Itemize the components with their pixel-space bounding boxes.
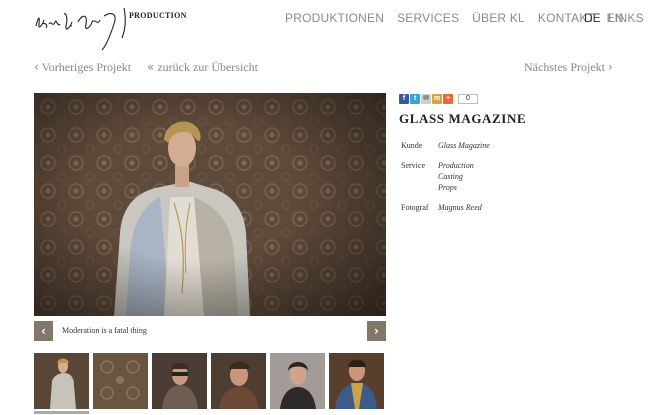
main-project-photo[interactable] bbox=[34, 93, 386, 316]
language-switcher: DE EN bbox=[584, 11, 623, 25]
thumbnail-5[interactable] bbox=[270, 353, 325, 409]
nav-item-services[interactable]: SERVICES bbox=[397, 11, 459, 25]
thumbnail-6[interactable] bbox=[329, 353, 384, 409]
facebook-icon[interactable]: f bbox=[399, 93, 409, 104]
nav-item-ueber-kl[interactable]: ÜBER KL bbox=[472, 11, 525, 25]
logo[interactable]: PRODUCTION bbox=[34, 4, 187, 52]
project-details: Kunde Glass Magazine Service Production … bbox=[401, 140, 490, 222]
language-de[interactable]: DE bbox=[584, 11, 601, 25]
chevron-right-icon: › bbox=[374, 324, 379, 338]
detail-label: Service bbox=[401, 161, 425, 170]
thumbnail-1[interactable] bbox=[34, 353, 89, 409]
plus-icon[interactable]: + bbox=[443, 93, 453, 104]
detail-value: Casting bbox=[438, 172, 463, 181]
myspace-icon[interactable]: m bbox=[432, 93, 442, 104]
thumbnail-strip bbox=[34, 353, 394, 415]
detail-row-kunde: Kunde Glass Magazine bbox=[401, 140, 490, 151]
nav-item-produktionen[interactable]: PRODUKTIONEN bbox=[285, 11, 384, 25]
detail-label: Fotograf bbox=[401, 203, 429, 212]
logo-wordmark: PRODUCTION bbox=[129, 11, 187, 20]
chevron-left-icon: ‹ bbox=[34, 60, 39, 74]
thumbnail-3[interactable] bbox=[152, 353, 207, 409]
gallery-prev-button[interactable]: ‹ bbox=[34, 321, 53, 341]
detail-value: Production bbox=[438, 161, 474, 170]
twitter-icon[interactable]: t bbox=[410, 93, 420, 104]
thumbnail-2[interactable] bbox=[93, 353, 148, 409]
share-bar: f t ✉ m + 0 bbox=[399, 93, 478, 104]
detail-value: Glass Magazine bbox=[438, 141, 490, 150]
overview-label: zurück zur Übersicht bbox=[157, 60, 258, 74]
detail-row-service: Service Production Casting Props bbox=[401, 160, 490, 193]
active-thumbnail-indicator bbox=[34, 411, 89, 414]
next-project-link[interactable]: Nächstes Projekt › bbox=[524, 60, 613, 75]
next-project-label: Nächstes Projekt bbox=[524, 60, 605, 74]
chevron-right-icon: › bbox=[607, 60, 613, 74]
detail-value: Props bbox=[438, 183, 457, 192]
image-caption: Moderation is a fatal thing bbox=[62, 326, 147, 335]
language-en[interactable]: EN bbox=[607, 11, 624, 25]
double-chevron-left-icon: « bbox=[147, 60, 155, 74]
previous-project-link[interactable]: ‹ Vorheriges Projekt bbox=[34, 60, 131, 75]
detail-row-fotograf: Fotograf Magnus Reed bbox=[401, 202, 490, 213]
detail-value: Magnus Reed bbox=[438, 203, 482, 212]
email-icon[interactable]: ✉ bbox=[421, 93, 431, 104]
signature-logo-icon bbox=[35, 7, 126, 51]
gallery-caption-bar: ‹ Moderation is a fatal thing › bbox=[34, 321, 386, 341]
overview-link[interactable]: « zurück zur Übersicht bbox=[147, 60, 258, 75]
detail-label: Kunde bbox=[401, 141, 423, 150]
project-title: GLASS MAGAZINE bbox=[399, 111, 527, 126]
previous-project-label: Vorheriges Projekt bbox=[41, 60, 132, 74]
gallery-next-button[interactable]: › bbox=[367, 321, 386, 341]
share-count: 0 bbox=[458, 93, 478, 104]
thumbnail-4[interactable] bbox=[211, 353, 266, 409]
chevron-left-icon: ‹ bbox=[41, 324, 46, 338]
